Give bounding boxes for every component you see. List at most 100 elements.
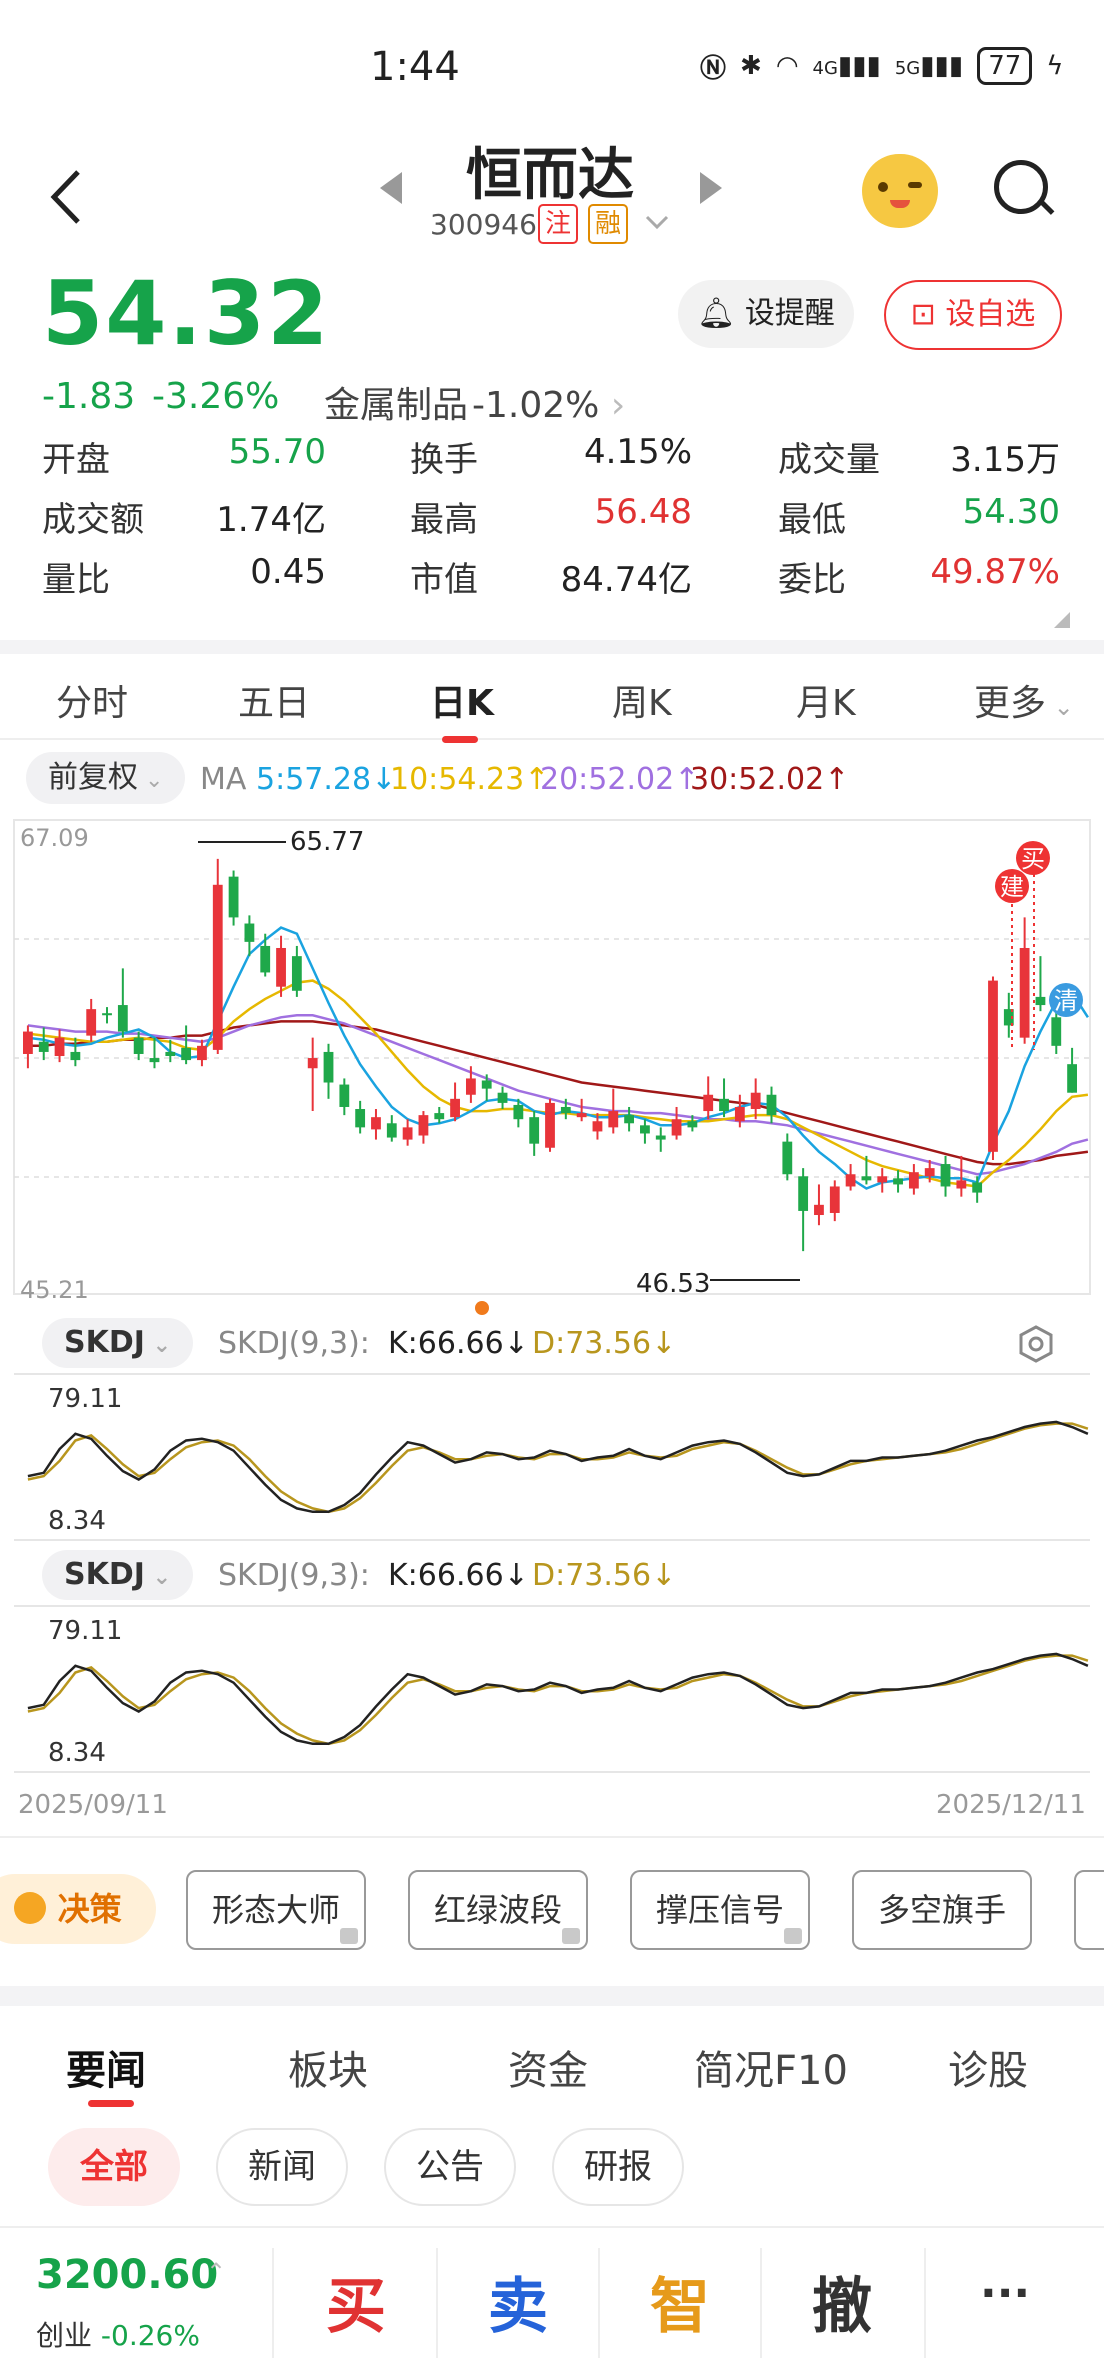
- stat-value: 4.15%: [583, 432, 692, 472]
- chevron-down-icon: ⌄: [1046, 693, 1074, 721]
- candle-body: [924, 1168, 935, 1177]
- cancel-order-button[interactable]: 撤: [812, 2258, 872, 2345]
- tab-monthly-k[interactable]: 月K: [796, 674, 856, 726]
- add-watchlist-button[interactable]: ⊡ 设自选: [884, 280, 1062, 350]
- strategy-support-resistance[interactable]: 撑压信号: [630, 1870, 810, 1950]
- chip-announcements[interactable]: 公告: [384, 2128, 516, 2206]
- index-value[interactable]: 3200.60: [36, 2252, 218, 2298]
- lock-icon: [784, 1928, 802, 1944]
- index-info: 创业 -0.26%: [36, 2319, 200, 2352]
- stock-code: 300946: [430, 208, 537, 241]
- ma10-line: [27, 979, 1089, 1188]
- news-tab-f10[interactable]: 简况F10: [694, 2038, 848, 2096]
- strategy-pattern-master[interactable]: 形态大师: [186, 1870, 366, 1950]
- indicator-k-1: K:66.66↓: [388, 1326, 529, 1361]
- margin-tag: 融: [588, 204, 628, 244]
- wifi-icon: ◠: [775, 51, 799, 81]
- skdj-d-line: [27, 1654, 1089, 1746]
- candle-body: [988, 980, 998, 1152]
- candle-body: [323, 1051, 334, 1083]
- chevron-right-icon: ›: [610, 385, 626, 426]
- stat-value: 55.70: [228, 432, 326, 472]
- stat-value: 49.87%: [930, 552, 1060, 592]
- expand-corner-icon[interactable]: [1052, 610, 1072, 630]
- clear-signal-label: 清: [1054, 987, 1078, 1015]
- candle-body: [70, 1051, 81, 1061]
- news-tab-funds[interactable]: 资金: [508, 2038, 588, 2096]
- news-tab-diagnosis[interactable]: 诊股: [948, 2038, 1028, 2096]
- chip-all[interactable]: 全部: [48, 2128, 180, 2206]
- prev-stock-icon[interactable]: [380, 172, 402, 204]
- skdj-k-line: [27, 1420, 1089, 1514]
- tab-more[interactable]: 更多 ⌄: [974, 674, 1074, 726]
- status-icons: Ⓝ ✱ ◠ 4G▮▮▮ 5G▮▮▮ 77 ϟ: [700, 46, 1063, 86]
- set-alert-button[interactable]: 🔔︎ 设提醒: [678, 280, 854, 348]
- stat-label: 最低: [778, 500, 846, 540]
- candle-body: [655, 1135, 666, 1140]
- decision-badge[interactable]: 决策: [0, 1874, 156, 1944]
- indicator-selector-2[interactable]: SKDJ ⌄: [42, 1550, 194, 1600]
- candle-body: [719, 1098, 729, 1112]
- strategy-bull-bear-flag[interactable]: 多空旗手: [852, 1870, 1032, 1950]
- candle-body: [687, 1121, 698, 1128]
- adjust-selector[interactable]: 前复权 ⌄: [26, 752, 186, 804]
- current-price: 54.32: [42, 262, 331, 365]
- tab-five-day[interactable]: 五日: [238, 674, 310, 726]
- next-stock-icon[interactable]: [700, 172, 722, 204]
- settings-icon[interactable]: [1016, 1324, 1056, 1364]
- strategy-red-green-band[interactable]: 红绿波段: [408, 1870, 588, 1950]
- candle-body: [212, 884, 223, 1050]
- candle-body: [513, 1104, 524, 1120]
- decision-icon: [14, 1892, 47, 1924]
- sell-button[interactable]: 卖: [488, 2258, 548, 2345]
- candle-body: [228, 876, 239, 918]
- smart-button[interactable]: 智: [650, 2258, 710, 2345]
- indicator-selector-1[interactable]: SKDJ ⌄: [42, 1318, 194, 1368]
- chevron-down-icon: ⌄: [144, 1333, 172, 1358]
- candle-body: [893, 1178, 903, 1185]
- tab-intraday[interactable]: 分时: [56, 674, 128, 726]
- strategy-more[interactable]: [1074, 1870, 1104, 1950]
- skdj1-min: 8.34: [48, 1506, 106, 1536]
- price-change: -1.83: [42, 376, 136, 417]
- news-tab-headlines[interactable]: 要闻: [66, 2038, 146, 2096]
- indicator-k-2: K:66.66↓: [388, 1558, 529, 1593]
- kline-chart[interactable]: 67.09 45.21 65.77 46.53 买 建 清: [0, 800, 1104, 1820]
- y-min-label: 45.21: [20, 1276, 89, 1304]
- ma5-value: 5:57.28↓: [256, 762, 397, 797]
- mascot-icon[interactable]: [862, 154, 938, 228]
- stat-value: 56.48: [594, 492, 692, 532]
- more-button[interactable]: ···: [980, 2268, 1030, 2319]
- candle-body: [165, 1051, 176, 1057]
- back-icon[interactable]: [46, 168, 86, 226]
- buy-signal-label: 买: [1021, 845, 1045, 873]
- candle-body: [671, 1119, 682, 1136]
- search-icon[interactable]: [994, 160, 1048, 214]
- candle-body: [956, 1180, 967, 1189]
- candle-body: [640, 1125, 650, 1134]
- candle-body: [181, 1047, 192, 1061]
- skdj-k-line: [27, 1652, 1089, 1746]
- news-tab-sector[interactable]: 板块: [288, 2038, 368, 2096]
- candle-body: [117, 1005, 128, 1032]
- nfc-icon: Ⓝ: [700, 53, 727, 84]
- divider: [0, 640, 1104, 654]
- price-change-pct: -3.26%: [152, 376, 280, 417]
- status-time: 1:44: [370, 44, 460, 90]
- stat-label: 成交额: [42, 500, 144, 540]
- candle-body: [102, 1013, 112, 1016]
- tab-weekly-k[interactable]: 周K: [612, 674, 672, 726]
- bluetooth-icon: ✱: [740, 51, 762, 81]
- candle-body: [814, 1204, 824, 1216]
- chip-research[interactable]: 研报: [552, 2128, 684, 2206]
- skdj2-max: 79.11: [48, 1616, 123, 1646]
- chevron-down-icon[interactable]: [644, 214, 670, 232]
- chip-news[interactable]: 新闻: [216, 2128, 348, 2206]
- sector-link[interactable]: 金属制品 -1.02% ›: [324, 376, 625, 428]
- chevron-down-icon: ⌄: [144, 1565, 172, 1590]
- stat-label: 市值: [410, 560, 478, 600]
- skdj-panel-2: [27, 1652, 1089, 1746]
- buy-button[interactable]: 买: [326, 2258, 386, 2345]
- tab-daily-k[interactable]: 日K: [430, 674, 494, 726]
- candle-body: [829, 1186, 840, 1213]
